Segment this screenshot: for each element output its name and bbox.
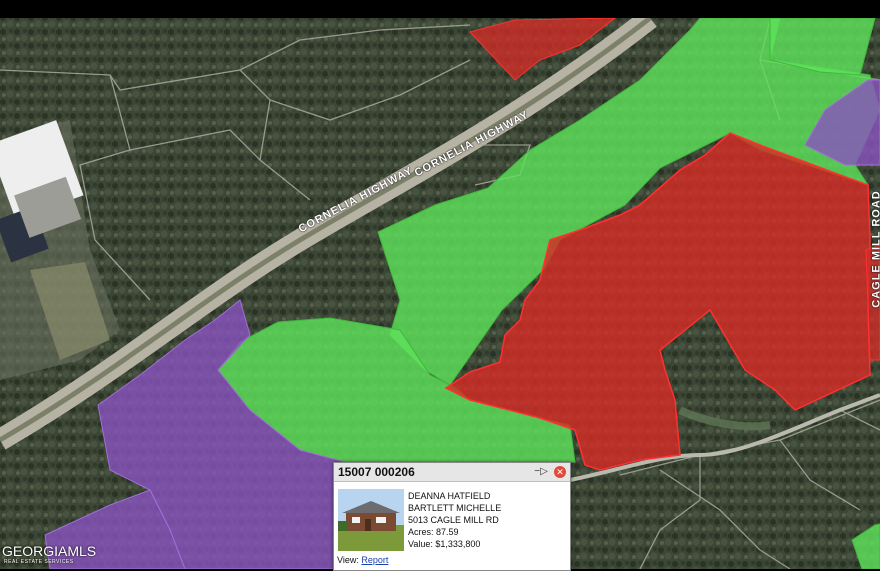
popup-view-row: View: Report (337, 555, 388, 565)
road-label-cagle-mill-road: CAGLE MILL ROAD (870, 190, 880, 308)
logo-wordmark: GEORGIAMLS (2, 543, 97, 559)
property-photo (338, 489, 404, 551)
parcel-value: Value: $1,333,800 (408, 539, 481, 549)
parcel-acres: Acres: 87.59 (408, 527, 459, 537)
popup-header: 15007 000206 −▷ ✕ (334, 463, 570, 482)
parcel-address: 5013 CAGLE MILL RD (408, 515, 499, 525)
parcel-details: DEANNA HATFIELD BARTLETT MICHELLE 5013 C… (408, 490, 501, 550)
view-label: View: (337, 555, 359, 565)
owner-name-secondary: BARTLETT MICHELLE (408, 503, 502, 513)
owner-name-primary: DEANNA HATFIELD (408, 491, 491, 501)
top-bar (0, 0, 880, 18)
georgia-mls-logo: GEORGIAMLS REAL ESTATE SERVICES (0, 540, 96, 569)
parcel-popup[interactable]: 15007 000206 −▷ ✕ DEANNA HATFIELD BARTLE… (333, 462, 571, 571)
pin-icon[interactable]: −▷ (534, 466, 548, 478)
report-link[interactable]: Report (361, 555, 388, 565)
logo-subtitle: REAL ESTATE SERVICES (4, 559, 74, 565)
parcel-id-title: 15007 000206 (338, 465, 415, 479)
close-icon[interactable]: ✕ (554, 466, 566, 478)
